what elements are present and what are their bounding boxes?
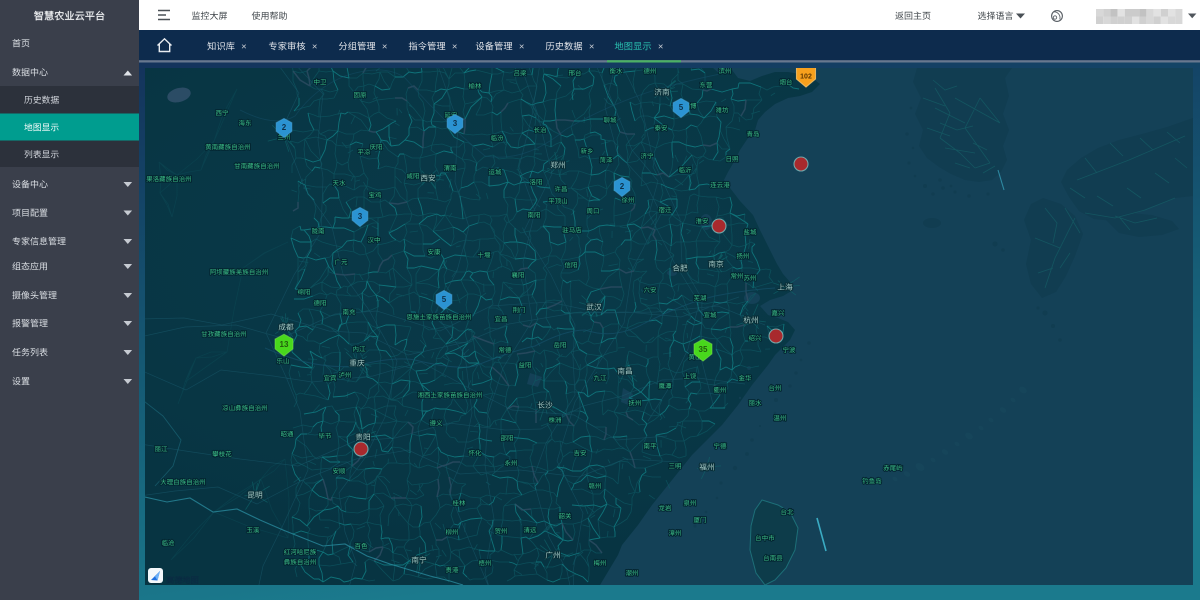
svg-text:×: × <box>589 41 595 52</box>
svg-text:3: 3 <box>358 212 363 221</box>
svg-text:2: 2 <box>620 182 625 191</box>
svg-text:3: 3 <box>453 119 458 128</box>
svg-text:2: 2 <box>282 123 287 132</box>
svg-text:13: 13 <box>280 340 289 349</box>
svg-text:×: × <box>241 41 247 52</box>
svg-text:102: 102 <box>800 73 812 80</box>
svg-text:×: × <box>452 41 458 52</box>
svg-text:5: 5 <box>442 295 447 304</box>
svg-text:×: × <box>312 41 318 52</box>
svg-text:5: 5 <box>679 103 684 112</box>
svg-text:×: × <box>519 41 525 52</box>
svg-text:×: × <box>382 41 388 52</box>
svg-text:×: × <box>658 41 664 52</box>
svg-text:35: 35 <box>699 345 708 354</box>
